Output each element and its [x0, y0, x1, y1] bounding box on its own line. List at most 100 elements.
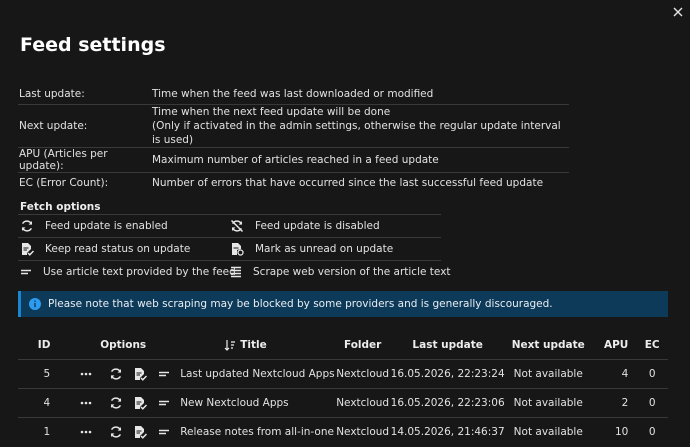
sync-icon: [110, 397, 122, 409]
sync-icon: [110, 368, 122, 380]
definition-row: APU (Articles per update): Maximum numbe…: [18, 147, 569, 173]
short-text-icon: [19, 264, 33, 280]
full-text-icon: [229, 264, 243, 280]
sync-icon: [110, 426, 122, 438]
fetch-options-row: Keep read status on update Mark as unrea…: [18, 238, 441, 261]
ellipsis-icon: [80, 372, 92, 376]
column-header-title-label: Title: [240, 338, 267, 351]
toggle-read-status-button[interactable]: [128, 393, 152, 413]
cell-options: [70, 388, 177, 418]
definition-value-note: (Only if activated in the admin settings…: [152, 120, 561, 146]
short-text-icon: [159, 400, 170, 406]
cell-last-update: 16.05.2026, 22:23:06: [390, 388, 505, 418]
definitions-table: Last update: Time when the feed was last…: [18, 83, 569, 193]
file-check-icon: [19, 241, 35, 257]
cell-apu: 4: [591, 359, 637, 389]
file-check-icon: [135, 397, 148, 410]
toggle-update-button[interactable]: [104, 364, 128, 384]
close-button[interactable]: [669, 3, 687, 21]
file-check-icon: [135, 426, 148, 439]
ellipsis-icon: [80, 430, 92, 434]
column-header-apu[interactable]: APU: [591, 330, 637, 360]
feeds-table-header: ID Options Title Folder Last update Next…: [18, 330, 668, 360]
definition-row: Last update: Time when the feed was last…: [18, 83, 569, 105]
feeds-table: ID Options Title Folder Last update Next…: [18, 330, 668, 446]
column-header-last-update[interactable]: Last update: [390, 330, 505, 360]
definition-value: Time when the next feed update will be d…: [152, 106, 391, 118]
cell-title: Last updated Nextcloud Apps: [176, 359, 335, 389]
definition-key: APU (Articles per update):: [18, 147, 151, 173]
column-header-ec[interactable]: EC: [636, 330, 668, 360]
definition-key: Last update:: [18, 83, 151, 105]
fetch-options-title: Fetch options: [20, 201, 101, 213]
info-icon: [29, 298, 41, 310]
column-header-options: Options: [70, 330, 177, 360]
cell-next-update: Not available: [513, 426, 583, 438]
cell-id: 1: [43, 426, 51, 438]
definition-value: Number of errors that have occurred sinc…: [152, 177, 544, 189]
legend-item-feed-text: Use article text provided by the feed: [18, 264, 236, 280]
more-options-button[interactable]: [74, 393, 98, 413]
cell-id: 4: [18, 388, 71, 418]
definition-key: Next update:: [18, 104, 151, 148]
toggle-update-button[interactable]: [104, 393, 128, 413]
table-row: 1 Release notes from all-in-one Nextclou…: [18, 418, 668, 447]
file-check-icon: [135, 368, 148, 381]
sync-off-icon: [229, 218, 245, 234]
column-header-next-update[interactable]: Next update: [504, 330, 592, 360]
legend-label: Use article text provided by the feed: [43, 266, 236, 278]
dialog-title: Feed settings: [20, 34, 166, 56]
toggle-full-text-button[interactable]: [152, 422, 176, 442]
feed-settings-dialog: Feed settings Last update: Time when the…: [0, 0, 690, 447]
legend-label: Feed update is disabled: [255, 220, 380, 232]
cell-last-update: 14.05.2026, 21:46:37: [390, 426, 505, 438]
column-header-folder[interactable]: Folder: [334, 330, 391, 360]
cell-ec: 0: [648, 426, 656, 438]
toggle-update-button[interactable]: [104, 422, 128, 442]
legend-item-update-enabled: Feed update is enabled: [18, 218, 228, 234]
column-header-title[interactable]: Title: [176, 330, 335, 360]
cell-ec: 0: [636, 359, 668, 389]
cell-last-update: 16.05.2026, 22:23:24: [390, 359, 505, 389]
cell-apu: 10: [614, 426, 629, 438]
sort-ascending-icon: [224, 339, 236, 351]
legend-item-keep-read: Keep read status on update: [18, 241, 228, 257]
legend-label: Feed update is enabled: [45, 220, 168, 232]
close-icon: [673, 7, 683, 17]
toggle-read-status-button[interactable]: [128, 364, 152, 384]
web-scraping-notice: Please note that web scraping may be blo…: [18, 291, 668, 317]
cell-folder: Nextcloud: [334, 388, 391, 418]
more-options-button[interactable]: [74, 422, 98, 442]
legend-item-scrape-text: Scrape web version of the article text: [228, 264, 451, 280]
ellipsis-icon: [80, 401, 92, 405]
toggle-full-text-button[interactable]: [152, 393, 176, 413]
column-header-id[interactable]: ID: [18, 330, 71, 360]
fetch-options-legend: Feed update is enabled Feed update is di…: [18, 214, 451, 283]
more-options-button[interactable]: [74, 364, 98, 384]
toggle-read-status-button[interactable]: [128, 422, 152, 442]
definition-value-block: Time when the next feed update will be d…: [151, 104, 569, 148]
cell-options: [70, 418, 176, 447]
short-text-icon: [159, 429, 170, 435]
legend-item-update-disabled: Feed update is disabled: [228, 218, 438, 234]
cell-folder: Nextcloud: [336, 426, 390, 438]
definition-key: EC (Error Count):: [19, 177, 109, 189]
toggle-full-text-button[interactable]: [152, 364, 176, 384]
sync-icon: [19, 218, 35, 234]
table-row: 4 New Nextcloud Apps Nextcloud 16.05.202…: [18, 388, 668, 418]
definition-value: Time when the feed was last downloaded o…: [151, 83, 569, 105]
cell-id: 5: [18, 359, 71, 389]
legend-label: Scrape web version of the article text: [253, 266, 451, 278]
definition-value: Maximum number of articles reached in a …: [151, 147, 569, 173]
short-text-icon: [159, 371, 170, 377]
fetch-options-row: Feed update is enabled Feed update is di…: [18, 215, 441, 238]
legend-label: Mark as unread on update: [255, 243, 394, 255]
cell-title: New Nextcloud Apps: [176, 388, 335, 418]
cell-ec: 0: [636, 388, 668, 418]
cell-next-update: Not available: [504, 388, 592, 418]
cell-apu: 2: [591, 388, 637, 418]
definition-row: Next update: Time when the next feed upd…: [18, 104, 569, 148]
cell-folder: Nextcloud: [334, 359, 391, 389]
legend-label: Keep read status on update: [45, 243, 191, 255]
cell-options: [70, 359, 177, 389]
